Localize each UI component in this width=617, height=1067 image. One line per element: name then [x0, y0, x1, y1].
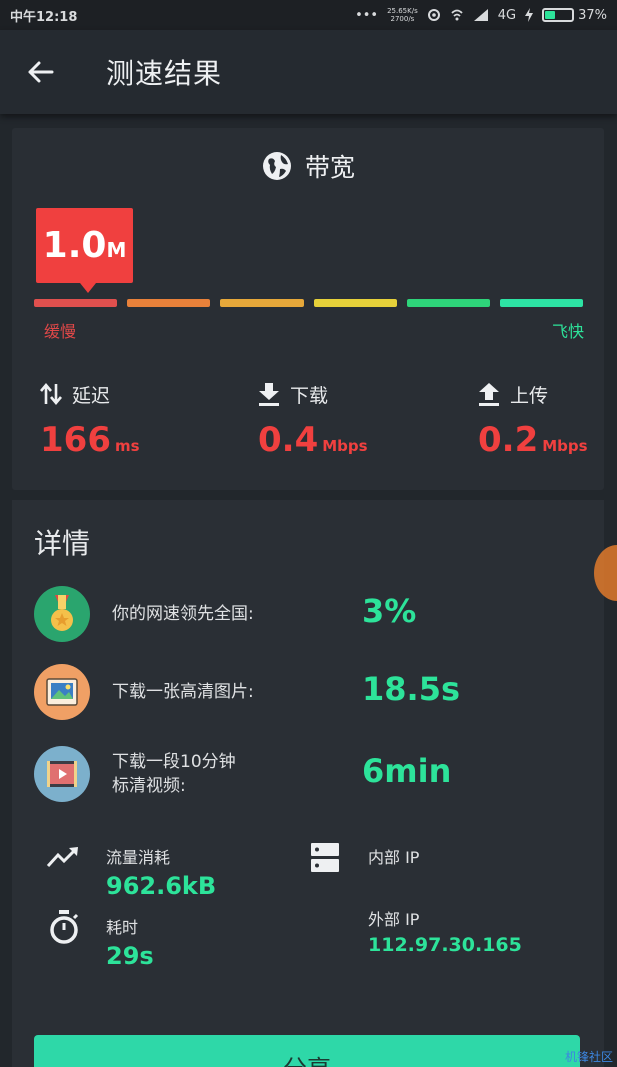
latency-value: 166	[40, 420, 111, 460]
download-unit: Mbps	[322, 437, 368, 455]
network-type: 4G	[497, 7, 517, 23]
arrow-left-icon	[28, 61, 54, 83]
scale-segment	[406, 299, 490, 307]
external-ip-value: 112.97.30.165	[368, 934, 522, 956]
battery-percent: 37%	[578, 7, 607, 23]
upload-unit: Mbps	[542, 437, 588, 455]
upload-label: 上传	[510, 384, 549, 407]
status-time: 中午12:18	[10, 9, 78, 25]
video-download-row: 下载一段10分钟 标清视频: 6min	[34, 746, 594, 802]
elapsed-value: 29s	[106, 942, 154, 970]
details-card: 详情 你的网速领先全国: 3% 下载一张高清图片: 18.5s 下载一段10分钟…	[12, 500, 604, 1067]
speed-value: 1.0	[42, 225, 107, 266]
elapsed-stat: 耗时 29s	[106, 914, 154, 970]
latency-unit: ms	[114, 437, 140, 455]
rank-value: 3%	[362, 592, 417, 630]
scale-segment	[499, 299, 584, 307]
upload-value: 0.2	[478, 420, 539, 460]
battery: 37%	[542, 8, 607, 23]
battery-icon	[542, 8, 575, 22]
scale-segment	[220, 299, 304, 307]
speed-bubble: 1.0 M	[36, 208, 133, 293]
page-title: 测速结果	[106, 57, 223, 90]
more-dots-icon: •••	[355, 7, 379, 23]
external-ip-stat: 外部 IP 112.97.30.165	[368, 906, 522, 956]
bandwidth-header: 带宽	[12, 148, 604, 184]
battery-fill	[545, 11, 555, 19]
internal-ip-stat: 内部 IP	[368, 844, 419, 872]
scale-segment	[34, 299, 118, 307]
stopwatch-icon	[50, 910, 79, 944]
video-icon	[34, 746, 90, 802]
bandwidth-card: 带宽 1.0 M 缓慢 飞快 延迟 166 ms 下载 0.4 Mbps 上传 0.2…	[12, 128, 604, 490]
image-icon	[34, 664, 90, 720]
settings-icon	[427, 9, 440, 21]
scale-label-slow: 缓慢	[44, 322, 77, 341]
app-bar: 测速结果	[0, 30, 617, 114]
charging-icon	[525, 8, 534, 22]
speed-unit: M	[106, 237, 127, 262]
status-bar: 中午12:18 ••• 25.65K/s 2700/s 4G 37%	[0, 0, 617, 30]
signal-icon	[473, 9, 488, 21]
internal-ip-label: 内部 IP	[368, 848, 420, 867]
share-label: 分享	[283, 1049, 331, 1067]
download-icon	[259, 383, 279, 406]
upload-metric: 上传 0.2 Mbps	[478, 380, 588, 460]
wifi-icon	[451, 9, 463, 21]
traffic-label: 流量消耗	[106, 848, 171, 867]
latency-metric: 延迟 166 ms	[40, 380, 140, 460]
details-title: 详情	[34, 527, 91, 560]
share-button[interactable]: 分享	[34, 1035, 580, 1067]
speed-scale	[34, 299, 584, 307]
download-label: 下载	[290, 384, 329, 407]
image-download-value: 18.5s	[362, 670, 460, 708]
scale-segment	[127, 299, 211, 307]
video-download-label: 下载一段10分钟 标清视频:	[112, 752, 236, 796]
server-icon	[311, 843, 339, 872]
traffic-value: 962.6kB	[106, 872, 217, 900]
image-download-label: 下载一张高清图片:	[112, 682, 254, 702]
upload-icon	[479, 383, 499, 406]
download-metric: 下载 0.4 Mbps	[258, 380, 368, 460]
rank-label: 你的网速领先全国:	[112, 604, 254, 624]
rank-row: 你的网速领先全国: 3%	[34, 586, 594, 642]
scale-label-fast: 飞快	[551, 322, 584, 341]
latency-label: 延迟	[72, 384, 111, 407]
scale-segment	[313, 299, 397, 307]
back-button[interactable]	[0, 30, 80, 114]
external-ip-label: 外部 IP	[368, 910, 420, 929]
elapsed-label: 耗时	[106, 918, 139, 937]
medal-icon	[34, 586, 90, 642]
status-icons: ••• 25.65K/s 2700/s 4G 37%	[355, 7, 607, 23]
video-download-value: 6min	[362, 752, 452, 790]
image-download-row: 下载一张高清图片: 18.5s	[34, 664, 594, 720]
traffic-stat: 流量消耗 962.6kB	[106, 844, 216, 900]
trend-up-icon	[46, 847, 78, 868]
swap-vertical-icon	[40, 382, 62, 406]
globe-icon	[262, 152, 291, 180]
net-speed: 25.65K/s 2700/s	[387, 7, 418, 23]
watermark: 机锋社区	[564, 1050, 613, 1064]
bandwidth-title: 带宽	[304, 153, 355, 182]
download-value: 0.4	[258, 420, 319, 460]
